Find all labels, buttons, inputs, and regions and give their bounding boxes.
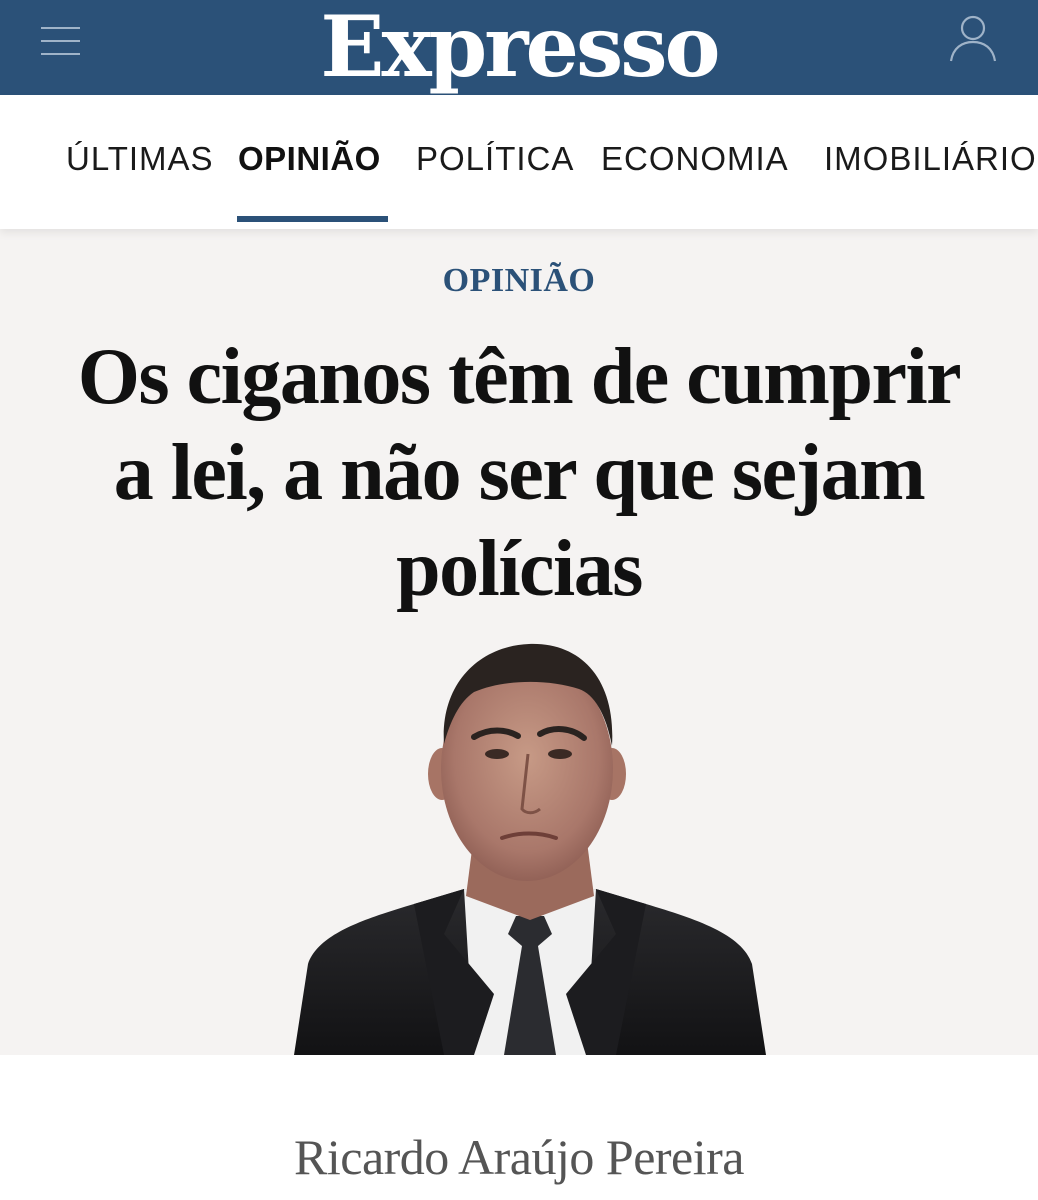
author-portrait xyxy=(294,643,766,1055)
nav-item-economia[interactable]: ECONOMIA xyxy=(601,140,789,178)
article-hero: OPINIÃO Os ciganos têm de cumprir a lei,… xyxy=(0,229,1038,1055)
author-byline[interactable]: Ricardo Araújo Pereira xyxy=(0,1127,1038,1187)
section-nav: ÚLTIMAS OPINIÃO POLÍTICA ECONOMIA IMOBIL… xyxy=(0,95,1038,229)
site-logo[interactable]: Expresso xyxy=(0,0,1038,102)
nav-item-opiniao[interactable]: OPINIÃO xyxy=(238,140,381,178)
active-tab-indicator xyxy=(237,216,388,222)
user-account-icon[interactable] xyxy=(946,12,1000,66)
nav-item-imobiliario[interactable]: IMOBILIÁRIO xyxy=(824,140,1037,178)
nav-item-ultimas[interactable]: ÚLTIMAS xyxy=(66,140,214,178)
section-kicker[interactable]: OPINIÃO xyxy=(0,261,1038,301)
top-header: Expresso xyxy=(0,0,1038,96)
nav-item-politica[interactable]: POLÍTICA xyxy=(416,140,574,178)
article-headline: Os ciganos têm de cumprir a lei, a não s… xyxy=(77,333,962,613)
